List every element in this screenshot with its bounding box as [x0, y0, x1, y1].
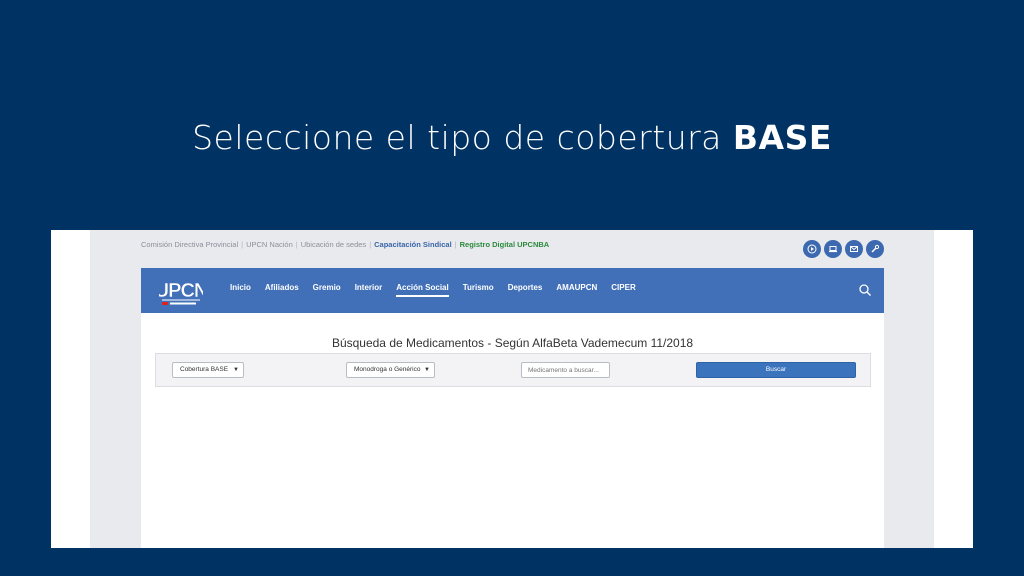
tipo-value: Monodroga o Genérico [354, 366, 421, 373]
mail-icon [850, 246, 858, 252]
chevron-down-icon: ▼ [233, 367, 239, 373]
buscar-button[interactable]: Buscar [696, 362, 856, 378]
separator: | [454, 240, 457, 249]
mail-button[interactable] [845, 240, 863, 258]
slide-title-bold: BASE [732, 118, 832, 157]
tools-button[interactable] [866, 240, 884, 258]
nav-menu: Inicio Afiliados Gremio Interior Acción … [230, 283, 650, 297]
nav-item-amaupcn[interactable]: AMAUPCN [556, 283, 597, 297]
separator: | [295, 240, 298, 249]
cobertura-value: Cobertura BASE [180, 366, 229, 373]
nav-item-ciper[interactable]: CIPER [611, 283, 635, 297]
link-capacitacion[interactable]: Capacitación Sindical [374, 240, 452, 249]
cobertura-select[interactable]: Cobertura BASE ▼ [172, 362, 244, 378]
nav-item-interior[interactable]: Interior [355, 283, 383, 297]
chevron-down-icon: ▼ [424, 367, 430, 373]
social-icons [803, 240, 884, 258]
separator: | [241, 240, 244, 249]
nav-item-turismo[interactable]: Turismo [463, 283, 494, 297]
slide-title: Seleccione el tipo de cobertura BASE [0, 118, 1024, 157]
play-icon [807, 244, 817, 254]
upcn-logo[interactable]: UPCN [159, 273, 203, 309]
wrench-icon [871, 244, 880, 253]
logo-text: UPCN [159, 280, 203, 302]
link-comision[interactable]: Comisión Directiva Provincial [141, 240, 238, 249]
nav-item-inicio[interactable]: Inicio [230, 283, 251, 297]
browser-screenshot: Comisión Directiva Provincial | UPCN Nació… [51, 230, 973, 548]
separator: | [369, 240, 372, 249]
medicamento-input[interactable] [521, 362, 610, 378]
topbar-links: Comisión Directiva Provincial | UPCN Nació… [141, 240, 552, 249]
link-registro-digital[interactable]: Registro Digital UPCNBA [460, 240, 550, 249]
page-title: Búsqueda de Medicamentos - Según AlfaBet… [331, 336, 694, 350]
link-upcn-nacion[interactable]: UPCN Nación [246, 240, 293, 249]
tipo-select[interactable]: Monodroga o Genérico ▼ [346, 362, 435, 378]
nav-item-afiliados[interactable]: Afiliados [265, 283, 299, 297]
link-ubicacion-sedes[interactable]: Ubicación de sedes [301, 240, 366, 249]
search-filter-bar: Cobertura BASE ▼ Monodroga o Genérico ▼ … [155, 353, 871, 387]
laptop-button[interactable] [824, 240, 842, 258]
nav-item-deportes[interactable]: Deportes [508, 283, 543, 297]
laptop-icon [829, 246, 837, 253]
main-navbar: UPCN Inicio Afiliados Gremio Interior Ac… [141, 268, 884, 313]
website: Comisión Directiva Provincial | UPCN Nació… [90, 230, 934, 548]
play-button[interactable] [803, 240, 821, 258]
nav-item-accion-social[interactable]: Acción Social [396, 283, 449, 297]
search-icon[interactable] [858, 283, 872, 297]
main-content: Búsqueda de Medicamentos - Según AlfaBet… [141, 313, 884, 548]
slide-title-prefix: Seleccione el tipo de cobertura [192, 118, 733, 157]
nav-item-gremio[interactable]: Gremio [313, 283, 341, 297]
